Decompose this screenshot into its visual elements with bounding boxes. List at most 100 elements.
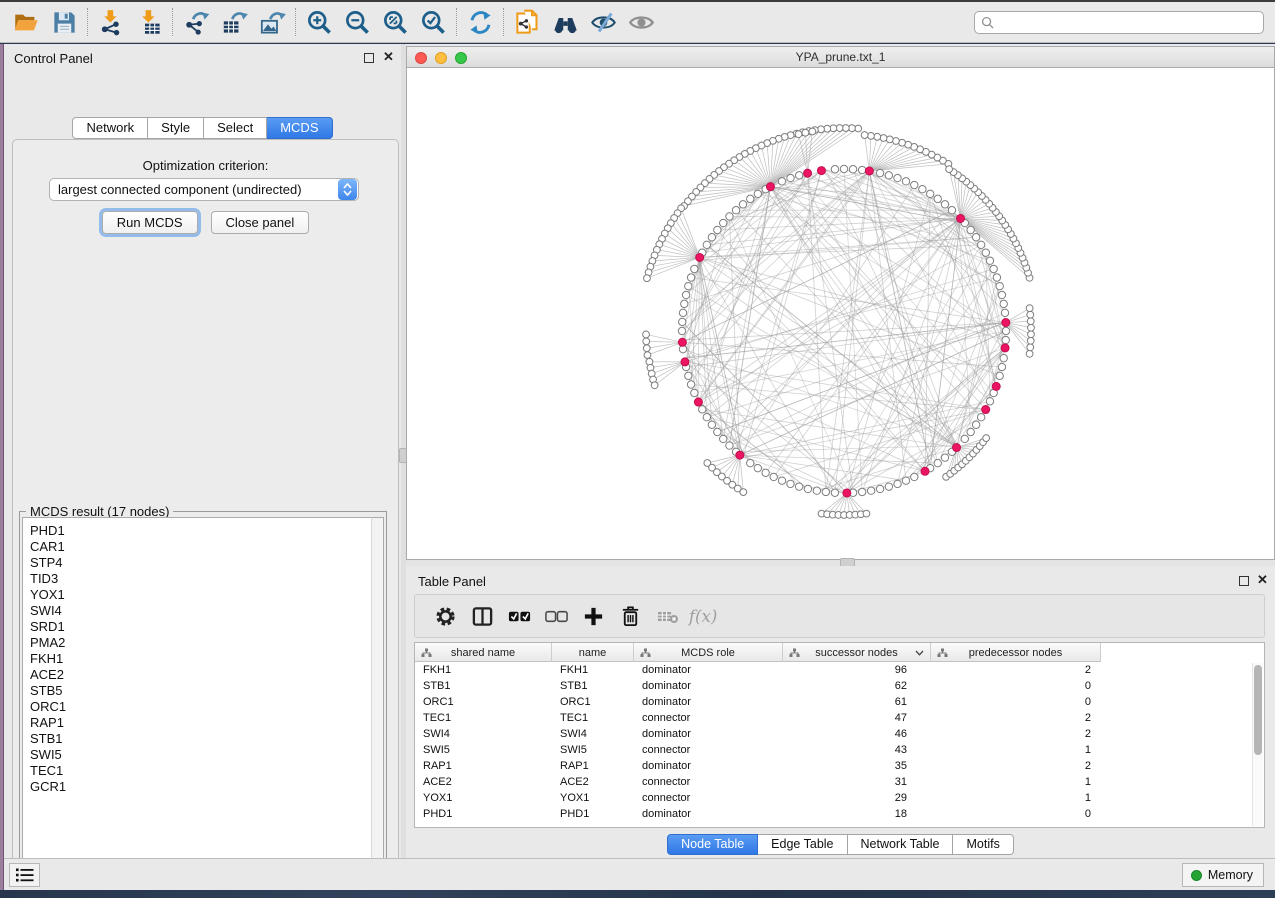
network-node[interactable] (919, 186, 926, 193)
table-row[interactable]: FKH1FKH1dominator962 (415, 662, 1264, 678)
zoom-in-button[interactable] (300, 5, 338, 39)
network-node[interactable] (977, 241, 984, 248)
show-panel-button[interactable] (622, 5, 660, 39)
network-node[interactable] (809, 128, 816, 135)
network-node[interactable] (902, 477, 909, 484)
mcds-result-item[interactable]: SWI4 (30, 603, 371, 619)
network-node[interactable] (720, 219, 727, 226)
tab-node-table[interactable]: Node Table (667, 834, 758, 855)
mcds-result-item[interactable]: PHD1 (30, 523, 371, 539)
search-network-button[interactable] (546, 5, 584, 39)
float-panel-icon[interactable] (1239, 576, 1249, 586)
network-node[interactable] (778, 178, 785, 185)
network-node[interactable] (894, 480, 901, 487)
network-node[interactable] (982, 249, 989, 256)
network-node[interactable] (894, 174, 901, 181)
mcds-list-scrollbar[interactable] (371, 517, 384, 880)
zoom-out-button[interactable] (338, 5, 376, 39)
network-node[interactable] (739, 201, 746, 208)
float-panel-icon[interactable] (364, 53, 374, 63)
table-row[interactable]: SWI4SWI4dominator462 (415, 726, 1264, 742)
network-node[interactable] (911, 473, 918, 480)
network-node[interactable] (822, 488, 829, 495)
tab-select[interactable]: Select (204, 117, 267, 139)
mcds-result-item[interactable]: TEC1 (30, 763, 371, 779)
network-node[interactable] (874, 133, 881, 140)
task-history-button[interactable] (9, 863, 40, 887)
tab-network-table[interactable]: Network Table (848, 834, 954, 855)
network-node[interactable] (679, 318, 686, 325)
network-node[interactable] (1028, 331, 1035, 338)
network-node[interactable] (1027, 318, 1034, 325)
network-node[interactable] (726, 442, 733, 449)
network-node[interactable] (996, 372, 1003, 379)
mcds-node[interactable] (992, 382, 1000, 390)
network-node[interactable] (1027, 311, 1034, 318)
mcds-node[interactable] (957, 214, 965, 222)
run-mcds-button[interactable]: Run MCDS (102, 211, 198, 234)
network-node[interactable] (861, 132, 868, 139)
mcds-result-item[interactable]: SWI5 (30, 747, 371, 763)
table-row[interactable]: PHD1PHD1dominator180 (415, 806, 1264, 822)
network-node[interactable] (714, 226, 721, 233)
table-row[interactable]: YOX1YOX1connector291 (415, 790, 1264, 806)
mcds-result-item[interactable]: STB1 (30, 731, 371, 747)
column-header-shared-name[interactable]: shared name (415, 643, 552, 662)
settings-gear-button[interactable] (427, 598, 464, 634)
network-node[interactable] (770, 473, 777, 480)
mcds-node[interactable] (766, 183, 774, 191)
mcds-node[interactable] (865, 167, 873, 175)
network-node[interactable] (643, 338, 650, 345)
network-node[interactable] (990, 265, 997, 272)
table-row[interactable]: ORC1ORC1dominator610 (415, 694, 1264, 710)
network-node[interactable] (996, 282, 1003, 289)
mcds-result-item[interactable]: STB5 (30, 683, 371, 699)
network-node[interactable] (926, 190, 933, 197)
network-node[interactable] (682, 291, 689, 298)
network-node[interactable] (651, 382, 658, 389)
network-node[interactable] (911, 181, 918, 188)
table-scrollbar[interactable] (1252, 663, 1263, 826)
network-node[interactable] (941, 201, 948, 208)
network-node[interactable] (1027, 337, 1034, 344)
network-node[interactable] (747, 195, 754, 202)
export-table-button[interactable] (215, 5, 253, 39)
network-node[interactable] (972, 421, 979, 428)
table-row[interactable]: STB1STB1dominator620 (415, 678, 1264, 694)
network-node[interactable] (1028, 324, 1035, 331)
network-node[interactable] (1026, 305, 1033, 312)
mcds-result-item[interactable]: STP4 (30, 555, 371, 571)
mcds-result-item[interactable]: FKH1 (30, 651, 371, 667)
network-node[interactable] (795, 483, 802, 490)
network-node[interactable] (880, 135, 887, 142)
tab-mcds[interactable]: MCDS (267, 117, 332, 139)
memory-button[interactable]: Memory (1182, 863, 1264, 887)
network-node[interactable] (787, 174, 794, 181)
network-node[interactable] (902, 178, 909, 185)
mcds-node[interactable] (953, 444, 961, 452)
network-node[interactable] (961, 435, 968, 442)
mcds-node[interactable] (694, 398, 702, 406)
close-panel-icon[interactable]: ✕ (1257, 573, 1268, 587)
network-node[interactable] (876, 485, 883, 492)
network-node[interactable] (732, 207, 739, 214)
close-panel-button[interactable]: Close panel (211, 211, 310, 234)
column-header-name[interactable]: name (552, 643, 634, 662)
zoom-fit-button[interactable] (376, 5, 414, 39)
network-node[interactable] (941, 454, 948, 461)
mcds-node[interactable] (804, 169, 812, 177)
network-node[interactable] (1026, 350, 1033, 357)
network-node[interactable] (868, 132, 875, 139)
network-node[interactable] (754, 190, 761, 197)
network-node[interactable] (708, 234, 715, 241)
network-node[interactable] (1001, 309, 1008, 316)
network-node[interactable] (691, 389, 698, 396)
table-row[interactable]: TEC1TEC1connector472 (415, 710, 1264, 726)
mcds-node[interactable] (696, 253, 704, 261)
export-image-button[interactable] (253, 5, 291, 39)
network-node[interactable] (644, 352, 651, 359)
import-network-button[interactable] (92, 5, 130, 39)
open-file-button[interactable] (7, 5, 45, 39)
tab-motifs[interactable]: Motifs (953, 834, 1013, 855)
mcds-result-item[interactable]: ACE2 (30, 667, 371, 683)
